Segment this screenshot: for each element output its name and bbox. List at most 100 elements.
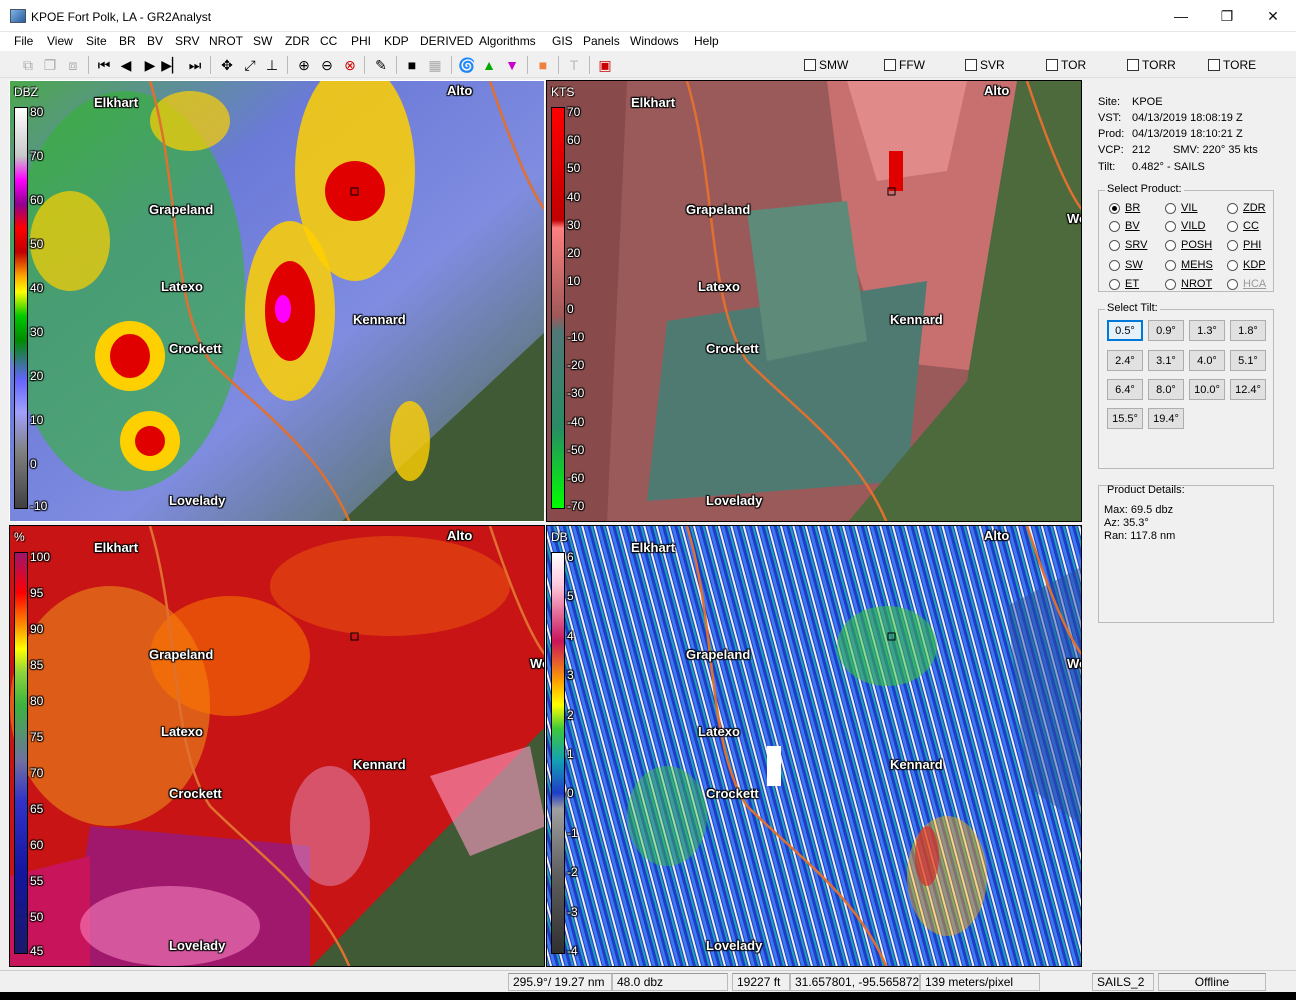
warning-smw-toggle[interactable]: SMW — [804, 58, 848, 72]
minimize-button[interactable]: — — [1158, 0, 1204, 32]
product-radio-vild[interactable]: VILD — [1165, 220, 1205, 232]
product-radio-nrot[interactable]: NROT — [1165, 278, 1212, 290]
side-panel: Site: KPOE VST: 04/13/2019 18:08:19 Z Prod… — [1086, 80, 1286, 968]
menu-windows[interactable]: Windows — [630, 34, 679, 48]
reflectivity-map — [10, 81, 544, 521]
product-radio-phi[interactable]: PHI — [1227, 239, 1261, 251]
product-radio-zdr[interactable]: ZDR — [1227, 202, 1266, 214]
volume-icon[interactable]: ■ — [402, 55, 422, 75]
city-label: Elkhart — [94, 95, 139, 110]
reflectivity-panel[interactable]: DBZ 80 70 60 50 40 30 20 10 0 -10 Elkhar… — [9, 80, 545, 522]
tilt-button[interactable]: 5.1° — [1230, 350, 1266, 371]
menu-bv[interactable]: BV — [147, 34, 163, 48]
status-connection: Offline — [1158, 973, 1266, 991]
tilt-button[interactable]: 4.0° — [1189, 350, 1225, 371]
product-radio-mehs[interactable]: MEHS — [1165, 259, 1213, 271]
last-frame-icon[interactable]: ⏭ — [185, 55, 205, 75]
tilt-button[interactable]: 3.1° — [1148, 350, 1184, 371]
tilt-button[interactable]: 0.5° — [1107, 320, 1143, 341]
menu-panels[interactable]: Panels — [583, 34, 620, 48]
city-label: Latexo — [698, 724, 740, 739]
tilt-button[interactable]: 0.9° — [1148, 320, 1184, 341]
hail-triangle-icon[interactable]: ▲ — [479, 55, 499, 75]
tilt-button[interactable]: 2.4° — [1107, 350, 1143, 371]
product-radio-br[interactable]: BR — [1109, 202, 1140, 214]
grid-icon[interactable]: ▦ — [425, 55, 445, 75]
menu-br[interactable]: BR — [119, 34, 136, 48]
menu-help[interactable]: Help — [694, 34, 719, 48]
zoom-reset-icon[interactable]: ⊗ — [340, 55, 360, 75]
tilt-button[interactable]: 1.3° — [1189, 320, 1225, 341]
toolbar: ⧉ ❐ ⧈ ⏮ ◀ ▶ ▶▏ ⏭ ✥ ⤢ ⊥ ⊕ ⊖ ⊗ ✎ ■ ▦ 🌀 ▲ ▼… — [0, 52, 1296, 78]
pan-icon[interactable]: ✥ — [217, 55, 237, 75]
prev-frame-icon[interactable]: ◀ — [116, 55, 136, 75]
product-radio-srv[interactable]: SRV — [1109, 239, 1147, 251]
hurricane-icon[interactable]: 🌀 — [457, 55, 477, 75]
menu-view[interactable]: View — [47, 34, 73, 48]
warning-tor-toggle[interactable]: TOR — [1046, 58, 1086, 72]
tilt-button[interactable]: 12.4° — [1230, 379, 1266, 400]
menu-algorithms[interactable]: Algorithms — [479, 34, 536, 48]
menu-nrot[interactable]: NROT — [209, 34, 243, 48]
warning-tore-toggle[interactable]: TORE — [1208, 58, 1256, 72]
menu-kdp[interactable]: KDP — [384, 34, 409, 48]
placefile-icon[interactable]: ■ — [533, 55, 553, 75]
menu-site[interactable]: Site — [86, 34, 107, 48]
maximize-button[interactable]: ❐ — [1204, 0, 1250, 32]
velocity-panel[interactable]: KTS 70 60 50 40 30 20 10 0 -10 -20 -30 -… — [546, 80, 1082, 522]
product-radio-vil[interactable]: VIL — [1165, 202, 1198, 214]
menu-sw[interactable]: SW — [253, 34, 272, 48]
warning-svr-toggle[interactable]: SVR — [965, 58, 1005, 72]
detail-max: Max: 69.5 dbz — [1104, 504, 1174, 516]
menu-cc[interactable]: CC — [320, 34, 337, 48]
record-icon[interactable]: ▣ — [595, 55, 615, 75]
close-button[interactable]: ✕ — [1250, 0, 1296, 32]
product-radio-et[interactable]: ET — [1109, 278, 1139, 290]
zoom-in-icon[interactable]: ⊕ — [294, 55, 314, 75]
warning-torr-toggle[interactable]: TORR — [1127, 58, 1176, 72]
city-label: Crockett — [169, 341, 222, 356]
differential-reflectivity-panel[interactable]: DB 6 5 4 3 2 1 0 -1 -2 -3 -4 Elkhart Alt… — [546, 525, 1082, 967]
product-radio-bv[interactable]: BV — [1109, 220, 1140, 232]
tvs-triangle-icon[interactable]: ▼ — [502, 55, 522, 75]
measure-icon[interactable]: ⤢ — [240, 55, 260, 75]
menu-file[interactable]: File — [14, 34, 33, 48]
reflectivity-legend: DBZ 80 70 60 50 40 30 20 10 0 -10 — [14, 85, 48, 513]
tilt-button[interactable]: 8.0° — [1148, 379, 1184, 400]
app-icon — [10, 9, 26, 23]
first-frame-icon[interactable]: ⏮ — [94, 55, 114, 75]
product-radio-cc[interactable]: CC — [1227, 220, 1259, 232]
next-frame-icon[interactable]: ▶▏ — [161, 55, 183, 75]
product-radio-kdp[interactable]: KDP — [1227, 259, 1266, 271]
play-icon[interactable]: ▶ — [140, 55, 160, 75]
correlation-coefficient-legend: % 100 95 90 85 80 75 70 65 60 55 50 45 — [14, 530, 51, 958]
menu-phi[interactable]: PHI — [351, 34, 371, 48]
probe-icon[interactable]: ✎ — [371, 55, 391, 75]
tilt-button[interactable]: 19.4° — [1148, 408, 1184, 429]
cross-section-icon[interactable]: ⊥ — [262, 55, 282, 75]
layers-icon[interactable]: ⧈ — [63, 55, 83, 75]
status-mode: SAILS_2 — [1092, 973, 1154, 991]
product-radio-posh[interactable]: POSH — [1165, 239, 1212, 251]
city-label: Lovelady — [706, 493, 763, 508]
menu-srv[interactable]: SRV — [175, 34, 199, 48]
copy-icon[interactable]: ⧉ — [18, 55, 38, 75]
product-radio-sw[interactable]: SW — [1109, 259, 1143, 271]
city-label: Lovelady — [169, 493, 226, 508]
menu-derived[interactable]: DERIVED — [420, 34, 473, 48]
menu-gis[interactable]: GIS — [552, 34, 573, 48]
duplicate-icon[interactable]: ❐ — [40, 55, 60, 75]
zoom-out-icon[interactable]: ⊖ — [317, 55, 337, 75]
correlation-coefficient-map — [10, 526, 544, 966]
city-label: Latexo — [161, 279, 203, 294]
tilt-button[interactable]: 1.8° — [1230, 320, 1266, 341]
warning-ffw-toggle[interactable]: FFW — [884, 58, 925, 72]
correlation-coefficient-panel[interactable]: % 100 95 90 85 80 75 70 65 60 55 50 45 E… — [9, 525, 545, 967]
window-title: KPOE Fort Polk, LA - GR2Analyst — [31, 10, 212, 24]
menu-zdr[interactable]: ZDR — [285, 34, 310, 48]
tilt-button[interactable]: 15.5° — [1107, 408, 1143, 429]
text-icon[interactable]: T — [564, 55, 584, 75]
tilt-button[interactable]: 10.0° — [1189, 379, 1225, 400]
detail-azimuth: Az: 35.3° — [1104, 517, 1149, 529]
tilt-button[interactable]: 6.4° — [1107, 379, 1143, 400]
